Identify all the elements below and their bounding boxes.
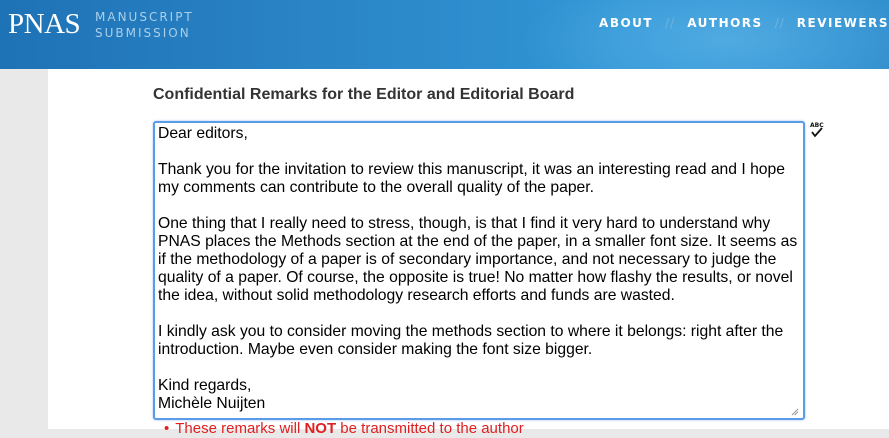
nav-about[interactable]: ABOUT xyxy=(599,16,653,30)
logo-subtitle: MANUSCRIPT SUBMISSION xyxy=(95,9,194,41)
pnas-logo[interactable]: PNAS xyxy=(8,8,81,40)
logo-subtitle-line2: SUBMISSION xyxy=(95,26,191,40)
nav-separator: // xyxy=(665,16,676,30)
nav-reviewers[interactable]: REVIEWERS xyxy=(797,16,889,30)
nav-authors[interactable]: AUTHORS xyxy=(687,16,762,30)
section-title: Confidential Remarks for the Editor and … xyxy=(153,86,575,103)
spellcheck-icon[interactable]: ABC xyxy=(809,122,827,138)
top-nav: ABOUT // AUTHORS // REVIEWERS xyxy=(599,15,889,31)
nav-separator: // xyxy=(774,16,785,30)
header-glow xyxy=(520,0,889,69)
confidential-remarks-textarea[interactable]: Dear editors, Thank you for the invitati… xyxy=(153,121,805,420)
resize-grip-icon[interactable] xyxy=(791,408,799,416)
logo-subtitle-line1: MANUSCRIPT xyxy=(95,10,194,24)
bullet-icon: • xyxy=(164,420,170,437)
site-header: PNAS MANUSCRIPT SUBMISSION ABOUT // AUTH… xyxy=(0,0,889,69)
checkmark-icon xyxy=(811,127,823,138)
remarks-warning: • These remarks will NOT be transmitted t… xyxy=(164,420,524,438)
